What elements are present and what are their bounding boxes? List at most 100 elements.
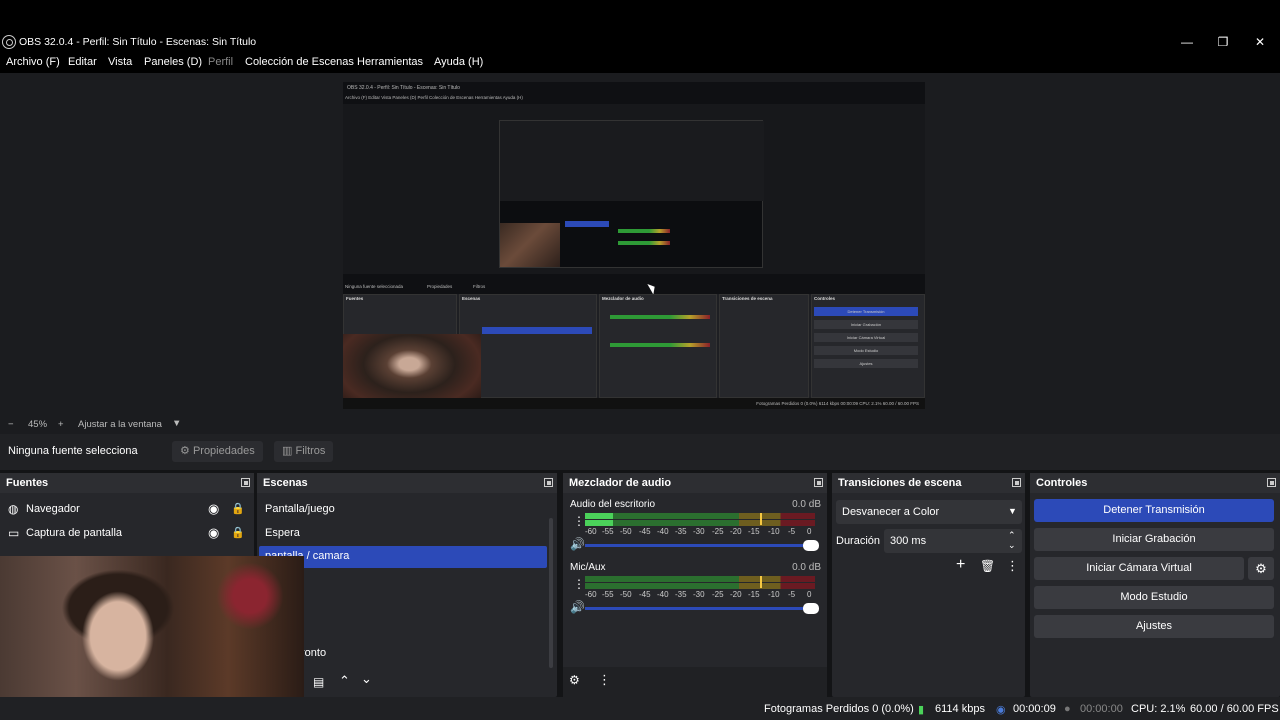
- channel-name: Mic/Aux: [570, 562, 606, 573]
- tick: -35: [675, 527, 687, 536]
- transition-select[interactable]: Desvanecer a Color ▼: [836, 500, 1022, 524]
- mixer-header: Mezclador de audio: [563, 473, 827, 493]
- filters-label: Filtros: [295, 445, 326, 457]
- tick: -50: [620, 527, 632, 536]
- meter-track: [585, 513, 815, 519]
- channel-name: Audio del escritorio: [570, 499, 656, 510]
- channel-db: 0.0 dB: [792, 499, 821, 510]
- menu-paneles[interactable]: Paneles (D): [144, 56, 202, 68]
- menu-herramientas[interactable]: Herramientas: [357, 56, 423, 68]
- kebab-menu-icon[interactable]: ⋮: [573, 514, 585, 528]
- tick: -45: [639, 527, 651, 536]
- nested-dock-title: Transiciones de escena: [722, 296, 773, 301]
- undock-icon[interactable]: [544, 478, 553, 487]
- nested-selected-scene: [482, 327, 592, 334]
- tick: -45: [639, 590, 651, 599]
- fit-window-label[interactable]: Ajustar a la ventana: [78, 419, 162, 430]
- kebab-menu-icon[interactable]: ⋮: [573, 577, 585, 591]
- source-item[interactable]: ▭ Captura de pantalla ◉ 🔒: [0, 523, 254, 545]
- undock-icon[interactable]: [241, 478, 250, 487]
- controls-header: Controles: [1030, 473, 1280, 493]
- chevron-down-icon[interactable]: ⌄: [361, 671, 372, 687]
- volume-slider[interactable]: [585, 603, 819, 614]
- program-preview[interactable]: OBS 32.0.4 - Perfil: Sin Título - Escena…: [343, 82, 925, 409]
- menu-perfil[interactable]: Perfil: [208, 56, 233, 68]
- mixer-title: Mezclador de audio: [569, 477, 672, 489]
- minimize-button[interactable]: —: [1173, 34, 1201, 52]
- menu-archivo[interactable]: Archivo (F): [6, 56, 60, 68]
- nested-menu: Archivo (F) Editar Vista Paneles (D) Per…: [345, 95, 523, 100]
- globe-icon: ◍: [8, 502, 19, 516]
- webcam-overlay: [0, 556, 304, 720]
- scenes-header: Escenas: [257, 473, 557, 493]
- undock-icon[interactable]: [814, 478, 823, 487]
- speaker-icon[interactable]: 🔊: [570, 537, 585, 551]
- zoom-level: 45%: [28, 419, 48, 430]
- trash-icon[interactable]: 🗑: [980, 559, 995, 573]
- duration-input[interactable]: 300 ms ⌃ ⌄: [884, 529, 1022, 553]
- eye-icon[interactable]: ◉: [208, 525, 219, 541]
- menu-vista[interactable]: Vista: [108, 56, 132, 68]
- nested-control: Detener Transmisión: [814, 307, 918, 316]
- menu-coleccion-escenas[interactable]: Colección de Escenas: [245, 56, 354, 68]
- properties-button[interactable]: ⚙ Propiedades: [172, 441, 263, 462]
- meter-track: [585, 520, 815, 526]
- kebab-menu-icon[interactable]: ⋮: [598, 672, 611, 688]
- record-time: 00:00:00: [1080, 703, 1123, 715]
- nested-meter: [610, 315, 710, 319]
- dropped-frames: Fotogramas Perdidos 0 (0.0%): [764, 703, 914, 715]
- stop-stream-button[interactable]: Detener Transmisión: [1034, 499, 1274, 522]
- eye-icon[interactable]: ◉: [208, 501, 219, 517]
- virtual-camera-gear-icon[interactable]: ⚙: [1248, 557, 1274, 580]
- scene-item[interactable]: Pantalla/juego: [265, 503, 335, 515]
- advanced-audio-gear-icon[interactable]: ⚙: [569, 673, 580, 687]
- scenes-scrollbar[interactable]: [549, 518, 553, 668]
- nested-control: Modo Estudio: [814, 346, 918, 355]
- nested-dock-transitions: Transiciones de escena: [719, 294, 809, 398]
- scene-item[interactable]: ronto: [301, 647, 326, 659]
- menu-editar[interactable]: Editar: [68, 56, 97, 68]
- menu-ayuda[interactable]: Ayuda (H): [434, 56, 483, 68]
- start-virtual-camera-button[interactable]: Iniciar Cámara Virtual: [1034, 557, 1244, 580]
- maximize-button[interactable]: ❐: [1209, 34, 1237, 52]
- lock-icon[interactable]: 🔒: [231, 502, 245, 515]
- settings-button[interactable]: Ajustes: [1034, 615, 1274, 638]
- nested-inner-preview: [499, 120, 764, 268]
- filters-button[interactable]: ▥ Filtros: [274, 441, 334, 462]
- zoom-out-button[interactable]: −: [8, 419, 14, 430]
- source-item[interactable]: ◍ Navegador ◉ 🔒: [0, 499, 254, 521]
- tick: -10: [768, 527, 780, 536]
- undock-icon[interactable]: [1267, 478, 1276, 487]
- scene-item[interactable]: Espera: [265, 527, 300, 539]
- studio-mode-button[interactable]: Modo Estudio: [1034, 586, 1274, 609]
- fps: 60.00 / 60.00 FPS: [1190, 703, 1279, 715]
- volume-meter: [585, 513, 815, 527]
- slider-knob[interactable]: [803, 540, 819, 551]
- tick: -25: [712, 527, 724, 536]
- chevron-up-icon[interactable]: ⌃: [339, 673, 350, 689]
- chevron-down-icon[interactable]: ⌄: [1008, 540, 1016, 551]
- kebab-menu-icon[interactable]: ⋮: [1006, 558, 1019, 574]
- chevron-down-icon[interactable]: ▼: [172, 418, 181, 429]
- zoom-bar: − 45% + Ajustar a la ventana ▼: [0, 416, 1280, 434]
- mouse-cursor-icon: [647, 281, 658, 295]
- speaker-icon[interactable]: 🔊: [570, 600, 585, 614]
- nested-status-bar: Fotogramas Perdidos 0 (0.0%) 6114 kbps 0…: [343, 398, 925, 409]
- nested-control: Iniciar Cámara Virtual: [814, 333, 918, 342]
- nested-dock-controls: Controles Detener Transmisión Iniciar Gr…: [811, 294, 925, 398]
- scene-filter-icon[interactable]: ▤: [313, 675, 324, 689]
- stream-icon: ◉: [996, 704, 1006, 716]
- volume-slider[interactable]: [585, 540, 819, 551]
- zoom-in-button[interactable]: +: [58, 419, 64, 430]
- undock-icon[interactable]: [1012, 478, 1021, 487]
- close-button[interactable]: ✕: [1246, 34, 1274, 52]
- nested-window-title: OBS 32.0.4 - Perfil: Sin Título - Escena…: [347, 85, 460, 91]
- meter-track: [585, 576, 815, 582]
- start-recording-button[interactable]: Iniciar Grabación: [1034, 528, 1274, 551]
- lock-icon[interactable]: 🔒: [231, 526, 245, 539]
- slider-knob[interactable]: [803, 603, 819, 614]
- tick: -20: [730, 590, 742, 599]
- transitions-title: Transiciones de escena: [838, 477, 962, 489]
- transitions-dock: Transiciones de escena Desvanecer a Colo…: [832, 473, 1025, 697]
- add-icon[interactable]: +: [956, 556, 965, 574]
